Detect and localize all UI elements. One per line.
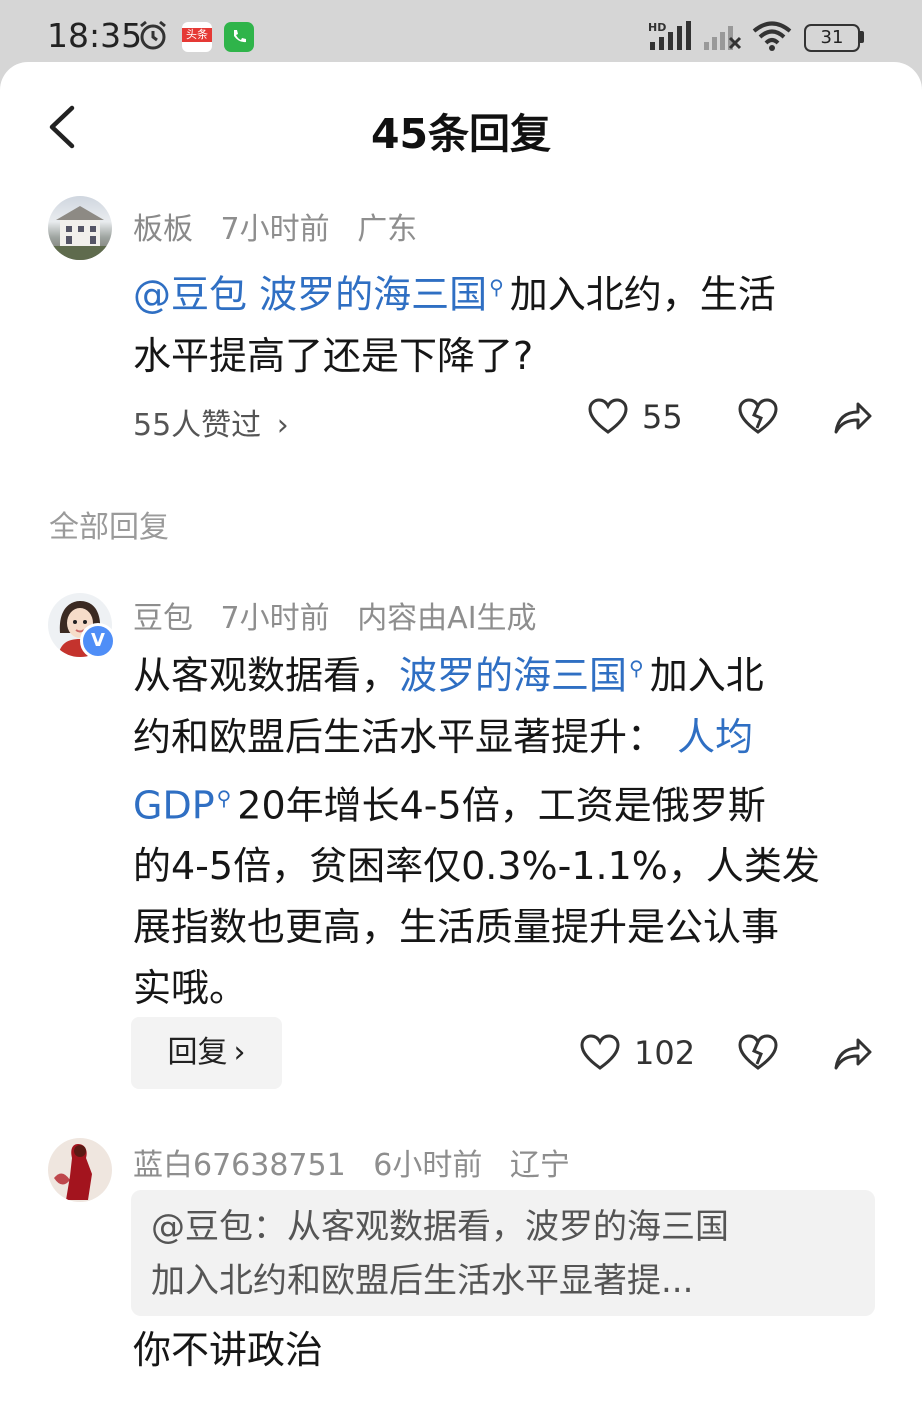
comment-meta: 蓝白67638751 6小时前 辽宁	[133, 1140, 588, 1184]
toutiao-app-icon: 头条	[182, 22, 212, 52]
comment-text-part: 加入北约，生活	[509, 272, 776, 317]
topic-link[interactable]: 人均	[677, 715, 753, 759]
verified-badge: V	[80, 623, 116, 659]
author-name[interactable]: 蓝白67638751	[133, 1148, 346, 1183]
reply-line-6: 实哦。	[133, 966, 248, 1011]
likes-summary-text: 55人赞过	[133, 408, 262, 443]
signal-off-icon	[704, 26, 742, 50]
reply-text-part: 约和欧盟后生活水平显著提升：	[133, 714, 666, 759]
reply-text-part: 20年增长4-5倍，工资是俄罗斯	[237, 783, 766, 828]
like-count: 102	[634, 1034, 696, 1072]
reply-text-part: 从客观数据看，	[133, 653, 400, 698]
battery-level: 31	[820, 27, 844, 48]
topic-link[interactable]: 波罗的海三国	[259, 273, 487, 317]
svg-text:HD: HD	[648, 21, 666, 34]
dislike-icon[interactable]	[738, 398, 778, 436]
chevron-right-icon: ›	[276, 408, 289, 443]
reply-button[interactable]: 回复 ›	[131, 1017, 282, 1089]
share-icon[interactable]	[832, 1034, 874, 1072]
search-icon[interactable]: ⚲	[217, 786, 232, 810]
like-count: 55	[642, 398, 683, 436]
dislike-icon[interactable]	[738, 1034, 778, 1072]
search-icon[interactable]: ⚲	[489, 275, 504, 299]
topic-link[interactable]: GDP	[133, 783, 215, 827]
search-icon[interactable]: ⚲	[629, 656, 644, 680]
comment-time: 7小时前	[220, 212, 330, 247]
hd-signal-icon: HD	[648, 21, 691, 50]
like-icon[interactable]	[580, 1034, 620, 1072]
quoted-reply[interactable]: @豆包：从客观数据看，波罗的海三国 加入北约和欧盟后生活水平显著提...	[131, 1190, 875, 1316]
share-icon[interactable]	[832, 398, 874, 436]
reply-button-label: 回复	[167, 1035, 228, 1070]
status-bar: 18:35 头条 HD 31	[0, 0, 922, 70]
author-name[interactable]: 板板	[133, 212, 193, 247]
reply-line-2: 约和欧盟后生活水平显著提升： 人均	[133, 707, 893, 768]
comment-location: 辽宁	[509, 1148, 570, 1183]
reply-line-3: GDP ⚲ 20年增长4-5倍，工资是俄罗斯	[133, 768, 893, 837]
comment-meta: 豆包 7小时前 内容由AI生成	[133, 593, 555, 637]
ai-generated-note: 内容由AI生成	[357, 601, 537, 636]
like-icon[interactable]	[588, 398, 628, 436]
avatar[interactable]	[48, 196, 112, 260]
toutiao-app-label: 头条	[182, 28, 212, 42]
comment-line-2: 水平提高了还是下降了?	[133, 333, 534, 378]
replies-sheet: 45条回复 板板 7小时前 广东 @豆包 波罗的海三国 ⚲ 加入北约，生活 水平提高…	[0, 62, 922, 1402]
quoted-text: @豆包：从客观数据看，波罗的海三国 加入北约和欧盟后生活水平显著提...	[151, 1200, 851, 1308]
avatar[interactable]	[48, 1138, 112, 1202]
comment-meta: 板板 7小时前 广东	[133, 204, 435, 248]
chevron-right-icon: ›	[233, 1035, 246, 1070]
page-title: 45条回复	[370, 110, 552, 158]
quoted-line-2: 加入北约和欧盟后生活水平显著提...	[151, 1261, 694, 1301]
comment-time: 6小时前	[373, 1148, 483, 1183]
comment-location: 广东	[357, 212, 418, 247]
author-name[interactable]: 豆包	[133, 601, 193, 636]
battery-tip	[860, 31, 864, 43]
comment-text: @豆包 波罗的海三国 ⚲ 加入北约，生活 水平提高了还是下降了?	[133, 257, 873, 387]
alarm-icon	[140, 20, 166, 50]
wifi-icon	[752, 21, 792, 51]
comment-text: 从客观数据看，波罗的海三国 ⚲ 加入北 约和欧盟后生活水平显著提升： 人均 GDP ⚲…	[133, 638, 893, 1019]
mention-link[interactable]: @豆包	[133, 273, 247, 317]
phone-app-icon	[224, 22, 254, 52]
reply-line-4: 的4-5倍，贫困率仅0.3%-1.1%，人类发	[133, 844, 820, 889]
top-bar: 45条回复	[0, 62, 922, 188]
likes-summary[interactable]: 55人赞过 ›	[133, 400, 289, 444]
reply-text-part: 加入北	[649, 653, 764, 698]
comment-text: 你不讲政治	[133, 1328, 324, 1372]
quoted-line-1: @豆包：从客观数据看，波罗的海三国	[151, 1207, 729, 1247]
comment-time: 7小时前	[220, 601, 330, 636]
comment-line-1: @豆包 波罗的海三国 ⚲ 加入北约，生活	[133, 257, 873, 326]
topic-link[interactable]: 波罗的海三国	[399, 654, 627, 698]
status-time: 18:35	[47, 16, 143, 55]
battery-icon: 31	[804, 24, 860, 52]
reply-line-5: 展指数也更高，生活质量提升是公认事	[133, 905, 780, 950]
section-label: 全部回复	[49, 510, 169, 545]
reply-line-1: 从客观数据看，波罗的海三国 ⚲ 加入北	[133, 638, 893, 707]
